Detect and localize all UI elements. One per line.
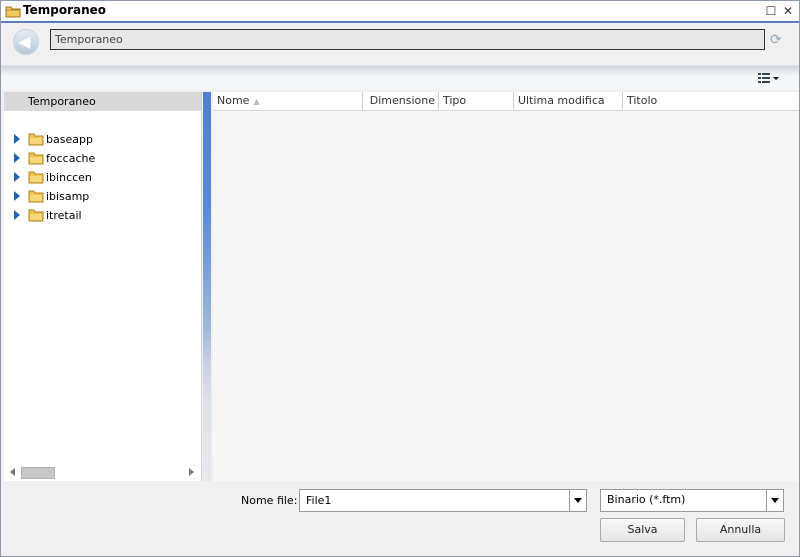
maximize-icon[interactable]: ☐ (765, 5, 777, 17)
filetype-dropdown-icon[interactable] (766, 490, 783, 511)
tree-header[interactable]: Temporaneo (4, 92, 201, 111)
close-icon[interactable]: ✕ (782, 5, 794, 17)
horizontal-scrollbar[interactable] (4, 464, 201, 480)
column-name[interactable]: Nome ▲ (213, 92, 363, 110)
expand-arrow-icon[interactable] (14, 191, 20, 201)
scroll-left-icon[interactable] (10, 468, 15, 476)
save-button[interactable]: Salva (600, 518, 685, 542)
column-title-label: Titolo (627, 94, 658, 107)
tree-item-ibinccen[interactable]: ibinccen (4, 168, 201, 187)
folder-icon (5, 6, 21, 18)
tree-item-baseapp[interactable]: baseapp (4, 130, 201, 149)
folder-icon (28, 152, 44, 165)
tree-item-label: itretail (46, 209, 82, 222)
tree-item-ibisamp[interactable]: ibisamp (4, 187, 201, 206)
expand-arrow-icon[interactable] (14, 210, 20, 220)
column-headers: Nome ▲ Dimensione Tipo Ultima modifica Ti… (213, 92, 799, 111)
back-button[interactable]: ◀ (13, 29, 39, 55)
back-arrow-icon: ◀ (18, 32, 31, 51)
column-size[interactable]: Dimensione (363, 92, 439, 110)
address-bar: ◀ ⟳ (1, 23, 799, 61)
folder-icon (28, 171, 44, 184)
filetype-value: Binario (*.ftm) (607, 493, 686, 506)
expand-arrow-icon[interactable] (14, 134, 20, 144)
tree-item-label: ibisamp (46, 190, 90, 203)
tree-item-label: foccache (46, 152, 96, 165)
filename-dropdown-icon[interactable] (569, 490, 586, 511)
save-dialog: Temporaneo ☐ ✕ ◀ ⟳ Temporaneo baseapp (0, 0, 800, 557)
tree-item-foccache[interactable]: foccache (4, 149, 201, 168)
cancel-button[interactable]: Annulla (696, 518, 785, 542)
title-bar: Temporaneo ☐ ✕ (1, 1, 799, 23)
folder-icon (28, 133, 44, 146)
file-list: Nome ▲ Dimensione Tipo Ultima modifica Ti… (213, 92, 799, 481)
view-options-icon[interactable] (757, 71, 781, 85)
sort-icon: ▲ (253, 97, 260, 106)
column-type-label: Tipo (443, 94, 467, 107)
filename-label: Nome file: (241, 494, 298, 507)
scroll-right-icon[interactable] (189, 468, 194, 476)
tree-header-label: Temporaneo (28, 95, 96, 108)
tree-item-label: baseapp (46, 133, 93, 146)
folder-tree: Temporaneo baseapp foccache ibinccen ibi… (4, 92, 202, 481)
expand-arrow-icon[interactable] (14, 172, 20, 182)
dialog-footer: Nome file: File1 Binario (*.ftm) Salva A… (1, 482, 799, 556)
panel-splitter[interactable] (203, 92, 211, 481)
filename-input[interactable]: File1 (299, 489, 587, 512)
tree-item-label: ibinccen (46, 171, 92, 184)
column-title[interactable]: Titolo (623, 92, 799, 110)
path-input[interactable] (50, 29, 765, 50)
tree-item-itretail[interactable]: itretail (4, 206, 201, 225)
toolbar (1, 65, 799, 90)
column-modified[interactable]: Ultima modifica (514, 92, 623, 110)
column-modified-label: Ultima modifica (518, 94, 605, 107)
column-name-label: Nome (217, 94, 250, 107)
scroll-thumb[interactable] (21, 467, 55, 479)
column-type[interactable]: Tipo (439, 92, 514, 110)
folder-icon (28, 209, 44, 222)
filename-value: File1 (306, 494, 332, 507)
window-title: Temporaneo (23, 3, 107, 17)
column-size-label: Dimensione (369, 94, 435, 107)
expand-arrow-icon[interactable] (14, 153, 20, 163)
filetype-select[interactable]: Binario (*.ftm) (600, 489, 784, 512)
refresh-icon[interactable]: ⟳ (770, 32, 786, 48)
folder-icon (28, 190, 44, 203)
